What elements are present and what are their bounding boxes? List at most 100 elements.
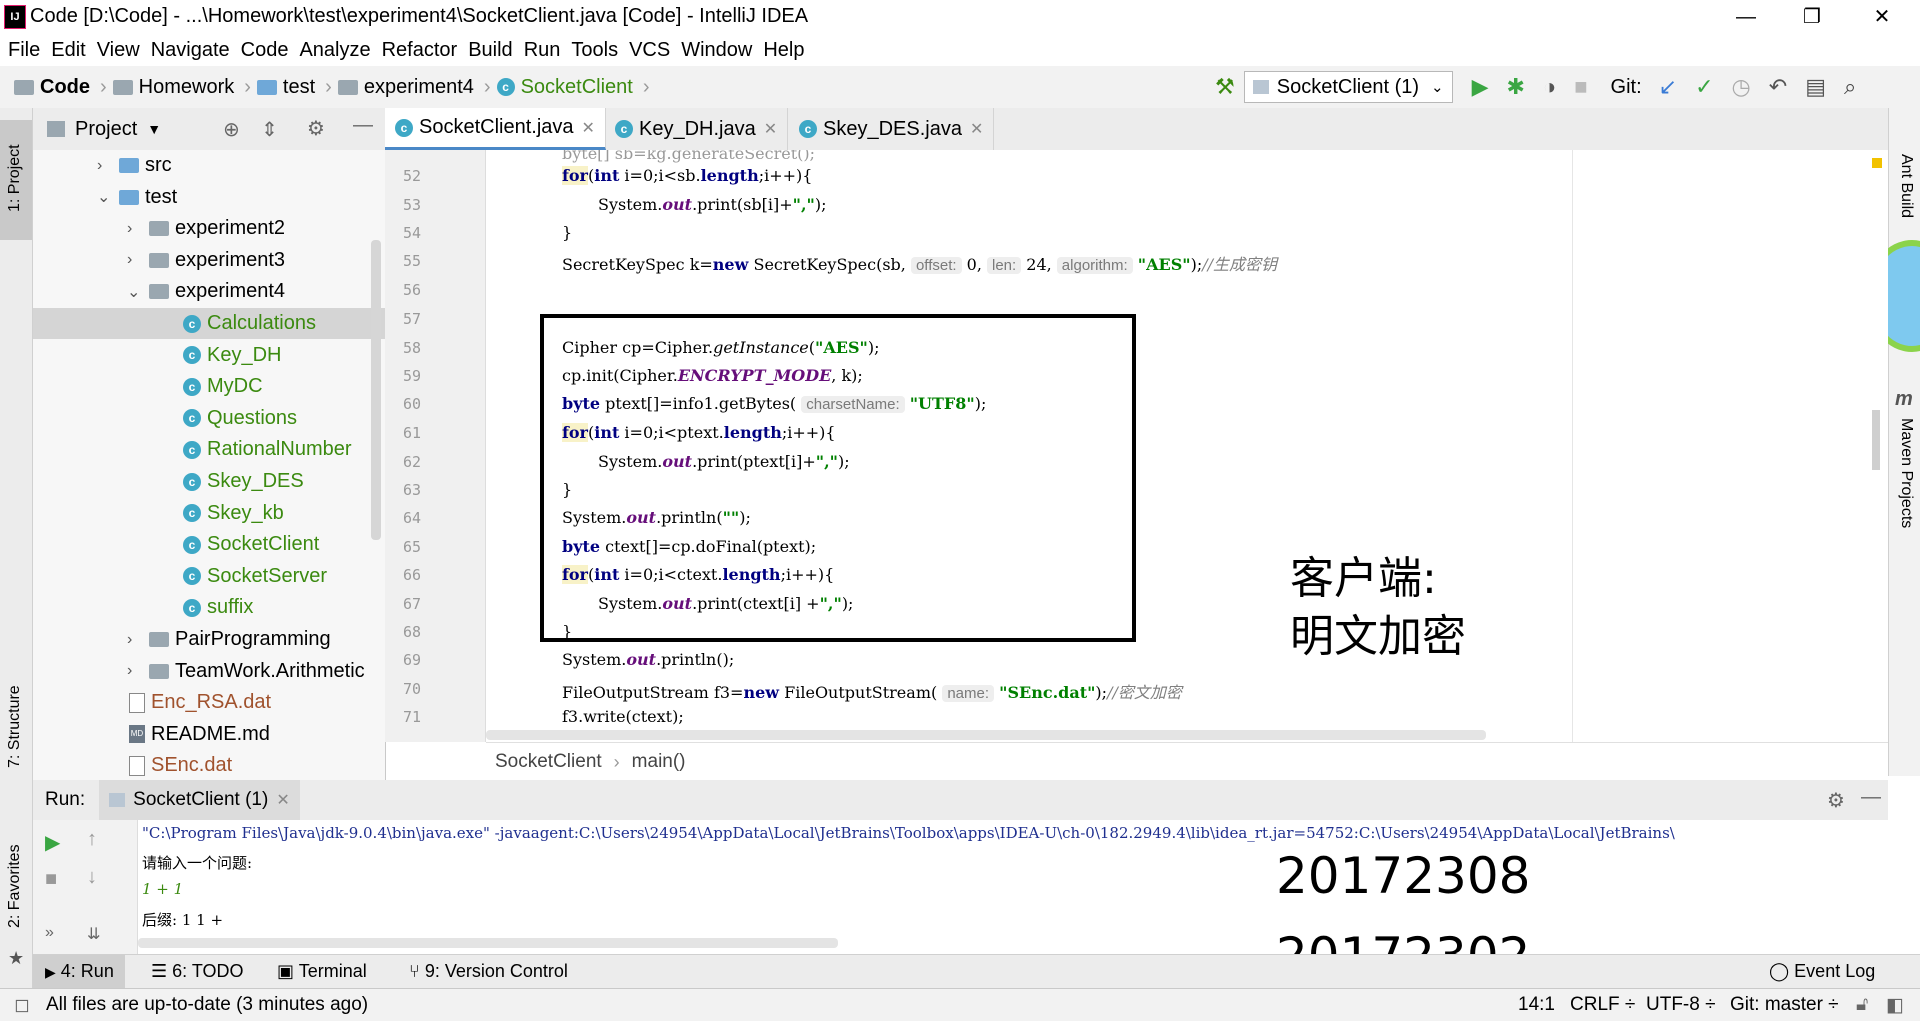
tree-item-pairprogramming[interactable]: › PairProgramming [127,624,331,655]
tree-item-experiment3[interactable]: › experiment3 [127,245,285,276]
hide-panel-icon[interactable]: — [1861,786,1881,809]
scroll-end-icon[interactable]: ⇊ [87,924,100,944]
breadcrumb-method[interactable]: main() [632,751,686,773]
lock-icon[interactable]: 🔓︎ [1856,994,1868,1016]
menu-run[interactable]: Run [524,39,561,62]
gear-icon[interactable]: ⚙ [1827,788,1845,813]
scroll-from-source-icon[interactable]: ⊕ [223,117,240,142]
breadcrumb-test[interactable]: test [256,76,315,99]
minimize-button[interactable]: — [1716,0,1776,34]
tab-event-log[interactable]: ◯ Event Log [1769,961,1875,982]
menu-view[interactable]: View [97,39,140,62]
tree-item-key-dh[interactable]: c Key_DH [183,340,281,371]
tab-socketclient[interactable]: c SocketClient.java ✕ [385,108,606,150]
tree-item-experiment4[interactable]: ⌄ experiment4 [127,276,285,307]
breadcrumb-socketclient[interactable]: c SocketClient [496,76,633,99]
tree-item-senc-dat[interactable]: SEnc.dat [129,750,232,780]
expand-icon[interactable]: » [45,924,54,942]
tab-version-control[interactable]: ⑂ 9: Version Control [409,961,568,982]
git-update-icon[interactable]: ↙ [1659,74,1677,100]
arrow-up-icon[interactable]: ↑ [87,828,97,851]
tree-item-socketserver[interactable]: c SocketServer [183,561,327,592]
debug-bug-icon[interactable]: ✱ [1507,74,1525,100]
menu-navigate[interactable]: Navigate [151,39,230,62]
maximize-button[interactable]: ❐ [1782,0,1842,34]
tree-item-suffix[interactable]: c suffix [183,592,253,623]
run-tab[interactable]: SocketClient (1) ✕ [99,780,300,820]
run-config-select[interactable]: SocketClient (1) ⌄ [1243,71,1453,103]
hide-panel-icon[interactable]: — [353,114,373,137]
stop-icon[interactable]: ■ [45,868,57,891]
chevron-right-icon[interactable]: › [127,662,149,680]
horizontal-scrollbar[interactable] [486,730,1486,740]
menu-window[interactable]: Window [681,39,752,62]
favorites-tool-button[interactable]: 2: Favorites [6,844,24,928]
tab-skey-des[interactable]: c Skey_DES.java ✕ [789,108,995,150]
stop-icon[interactable]: ■ [1574,74,1587,100]
search-icon[interactable]: ⌕ [1844,74,1856,100]
tab-key-dh[interactable]: c Key_DH.java ✕ [605,108,789,150]
run-console[interactable]: "C:\Program Files\Java\jdk-9.0.4\bin\jav… [138,820,1888,954]
chevron-down-icon[interactable]: ⌄ [127,282,149,302]
chevron-down-icon[interactable]: ▼ [147,121,161,137]
close-icon[interactable]: ✕ [276,790,289,810]
chevron-right-icon[interactable]: › [127,251,149,269]
vertical-scrollbar[interactable] [1872,410,1880,470]
git-branch[interactable]: Git: master ÷ [1730,994,1839,1016]
tree-item-calculations[interactable]: c Calculations [183,308,316,339]
console-scrollbar[interactable] [138,938,838,948]
tab-todo[interactable]: ☰ 6: TODO [151,961,244,982]
arrow-down-icon[interactable]: ↓ [87,866,97,889]
rerun-play-icon[interactable]: ▶ [45,830,60,855]
status-toggle-icon[interactable]: ◻ [14,994,30,1017]
menu-code[interactable]: Code [241,39,289,62]
chevron-right-icon[interactable]: › [127,220,149,238]
tree-item-experiment2[interactable]: › experiment2 [127,213,285,244]
maven-projects-tool-button[interactable]: Maven Projects [1897,418,1915,528]
gear-icon[interactable]: ⚙ [307,116,325,141]
coverage-icon[interactable]: ◑ [1543,74,1556,100]
code-editor[interactable]: byte[] sb=kg.generateSecret(); for(int i… [486,150,1888,742]
menu-tools[interactable]: Tools [571,39,618,62]
build-hammer-icon[interactable]: ⚒ [1215,74,1235,100]
project-structure-icon[interactable]: ▤ [1805,74,1826,100]
run-play-icon[interactable]: ▶ [1472,74,1489,100]
tree-item-test[interactable]: ⌄ test [97,182,177,213]
close-icon[interactable]: ✕ [764,119,777,139]
tree-scrollbar[interactable] [371,240,381,540]
tree-item-skey-des[interactable]: c Skey_DES [183,466,304,497]
git-revert-icon[interactable]: ↶ [1769,74,1787,100]
ant-build-tool-button[interactable]: Ant Build [1897,154,1915,218]
tree-item-questions[interactable]: c Questions [183,403,297,434]
tree-item-rationalnumber[interactable]: c RationalNumber [183,434,352,465]
tree-item-enc-rsa-dat[interactable]: Enc_RSA.dat [129,687,271,718]
line-separator[interactable]: CRLF ÷ [1570,994,1635,1016]
menu-file[interactable]: File [8,39,40,62]
breadcrumb-homework[interactable]: Homework [112,76,234,99]
structure-tool-button[interactable]: 7: Structure [6,685,24,768]
git-history-icon[interactable]: ◷ [1732,74,1751,100]
chevron-down-icon[interactable]: ⌄ [97,187,119,207]
tree-item-skey-kb[interactable]: c Skey_kb [183,498,284,529]
menu-analyze[interactable]: Analyze [299,39,370,62]
git-commit-icon[interactable]: ✓ [1695,74,1713,100]
project-tool-button[interactable]: 1: Project [0,120,32,240]
close-icon[interactable]: ✕ [970,119,983,139]
chevron-right-icon[interactable]: › [127,631,149,649]
breadcrumb-code[interactable]: Code [14,76,90,99]
tab-run[interactable]: ▶ 4: Run [45,961,114,982]
breadcrumb-experiment4[interactable]: experiment4 [337,76,474,99]
collapse-all-icon[interactable]: ⇕ [261,117,278,142]
menu-refactor[interactable]: Refactor [382,39,458,62]
tab-terminal[interactable]: ▣ Terminal [277,961,367,982]
menu-edit[interactable]: Edit [51,39,85,62]
menu-build[interactable]: Build [468,39,512,62]
tree-item-teamwork-arithmetic[interactable]: › TeamWork.Arithmetic [127,656,365,687]
menu-vcs[interactable]: VCS [629,39,670,62]
menu-help[interactable]: Help [763,39,804,62]
tree-item-readme-md[interactable]: MD README.md [129,719,270,750]
breadcrumb-class[interactable]: SocketClient [495,751,602,773]
tree-item-mydc[interactable]: c MyDC [183,371,263,402]
close-icon[interactable]: ✕ [582,118,595,138]
tree-item-socketclient[interactable]: c SocketClient [183,529,319,560]
